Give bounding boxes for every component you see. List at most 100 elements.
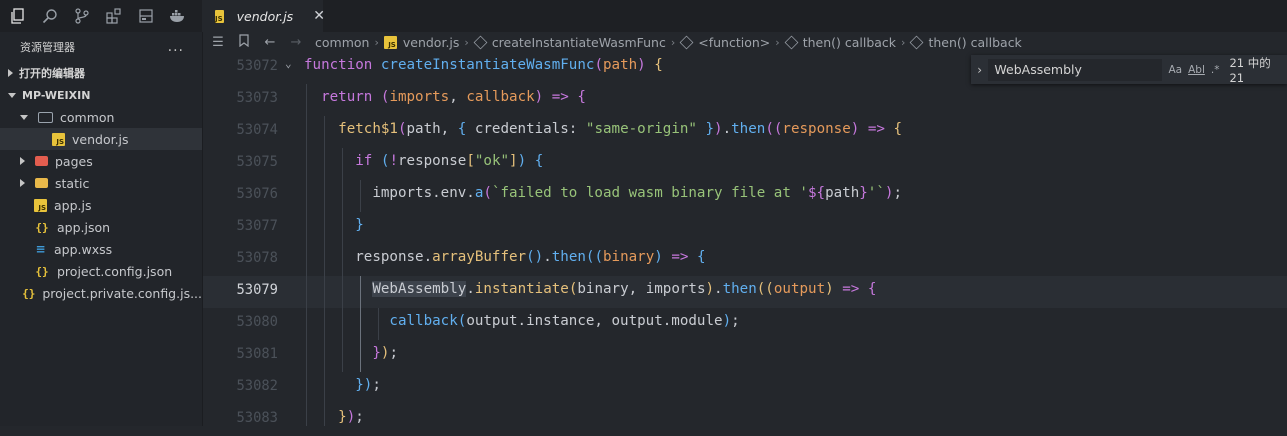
fold-chevron-icon[interactable]: ⌄ — [285, 57, 292, 70]
chevron-right-icon — [20, 157, 25, 165]
code-line[interactable]: 53076 imports.env.a(`failed to load wasm… — [203, 180, 1287, 212]
chevron-right-icon — [20, 179, 25, 187]
code-text: }); — [355, 377, 381, 393]
indent-guide-active — [360, 276, 361, 372]
tree-item-label: project.config.json — [57, 263, 173, 279]
code-line[interactable]: 53075 if (!response["ok"]) { — [203, 148, 1287, 180]
arrow-right-icon[interactable]: → — [285, 35, 307, 50]
tree-item[interactable]: JS app.js — [0, 194, 202, 216]
arrow-left-icon[interactable]: ← — [259, 35, 281, 50]
project-section[interactable]: MP-WEIXIN — [0, 84, 202, 106]
tree-item[interactable]: ≡ app.wxss — [0, 238, 202, 260]
indent-guide — [306, 84, 307, 426]
tree-item[interactable]: {} app.json — [0, 216, 202, 238]
breadcrumb-item[interactable]: then() callback — [910, 34, 1022, 50]
line-number: 53079 — [236, 282, 278, 298]
line-number: 53075 — [236, 154, 278, 170]
tab-bar: JS vendor.js ✕ — [203, 0, 1287, 32]
bookmark-icon[interactable] — [233, 33, 255, 51]
breadcrumb-label: <function> — [698, 34, 771, 50]
match-count: 21 中的 21 — [1229, 55, 1271, 85]
code-line[interactable]: 53083 }); — [203, 404, 1287, 436]
chevron-right-icon[interactable]: › — [971, 63, 988, 77]
open-editors-label: 打开的编辑器 — [19, 67, 85, 80]
folder-open-icon — [38, 111, 53, 123]
code-line[interactable]: 53077 } — [203, 212, 1287, 244]
line-number: 53072 — [236, 58, 278, 74]
indent-guide — [378, 308, 379, 340]
code-line[interactable]: 53074 fetch$1(path, { credentials: "same… — [203, 116, 1287, 148]
chevron-right-icon — [8, 69, 13, 77]
tab-label: vendor.js — [236, 8, 294, 24]
project-label: MP-WEIXIN — [22, 88, 91, 102]
line-number: 53076 — [236, 186, 278, 202]
source-control-icon[interactable] — [72, 6, 92, 26]
explorer-icon[interactable] — [8, 6, 28, 26]
line-number: 53082 — [236, 378, 278, 394]
code-line[interactable]: 53073 return (imports, callback) => { — [203, 84, 1287, 116]
tree-item[interactable]: {} project.config.json — [0, 260, 202, 282]
match-word-button[interactable]: Abl — [1188, 64, 1205, 76]
js-file-icon: JS — [215, 9, 224, 23]
tree-item[interactable]: common — [0, 106, 202, 128]
match-case-button[interactable]: Aa — [1168, 64, 1182, 76]
tree-item-label: pages — [55, 153, 93, 169]
layout-icon[interactable] — [136, 6, 156, 26]
code-line[interactable]: 53080 callback(output.instance, output.m… — [203, 308, 1287, 340]
tree-item[interactable]: JS vendor.js — [0, 128, 202, 150]
tree-item-label: project.private.config.js... — [42, 285, 202, 301]
code-line[interactable]: 53078 response.arrayBuffer().then((binar… — [203, 244, 1287, 276]
code-line[interactable]: 53079 WebAssembly.instantiate(binary, im… — [203, 276, 1287, 308]
symbol-method-icon — [473, 35, 488, 49]
find-query: WebAssembly — [994, 62, 1082, 77]
code-text: response.arrayBuffer().then((binary) => … — [304, 249, 706, 265]
code-text: imports.env.a(`failed to load wasm binar… — [304, 185, 902, 201]
chevron-right-icon: › — [670, 35, 676, 49]
code-line[interactable]: 53081 }); — [203, 340, 1287, 372]
code-text: WebAssembly.instantiate(binary, imports)… — [372, 281, 877, 297]
open-editors-section[interactable]: 打开的编辑器 — [0, 62, 202, 84]
breadcrumb-item[interactable]: JS vendor.js — [383, 34, 460, 50]
close-icon[interactable]: ✕ — [313, 8, 325, 24]
breadcrumb-item[interactable]: createInstantiateWasmFunc — [473, 35, 666, 50]
line-number: 53077 — [236, 218, 278, 234]
breadcrumb-item[interactable]: <function> — [679, 34, 771, 50]
breadcrumb-label: then() callback — [928, 34, 1022, 50]
tree-item-label: app.js — [54, 197, 92, 213]
line-number: 53078 — [236, 250, 278, 266]
search-icon[interactable] — [40, 6, 60, 26]
find-input[interactable]: WebAssembly — [988, 58, 1163, 81]
chevron-right-icon: › — [901, 35, 906, 49]
code-line[interactable]: 53082 }); — [203, 372, 1287, 404]
js-file-icon: JS — [52, 132, 65, 146]
tree-item[interactable]: static — [0, 172, 202, 194]
code-text: if (!response["ok"]) { — [355, 153, 544, 169]
tree-item[interactable]: {} project.private.config.js... — [0, 282, 202, 304]
tree-item-label: static — [55, 175, 90, 191]
breadcrumb-item[interactable]: common — [315, 35, 369, 50]
breadcrumb-item[interactable]: then() callback — [784, 35, 896, 50]
tab-vendor-js[interactable]: JS vendor.js ✕ — [203, 0, 325, 32]
breadcrumb-label: vendor.js — [402, 34, 460, 50]
json-file-icon: {} — [35, 220, 49, 234]
code-text: fetch$1(path, { credentials: "same-origi… — [338, 121, 903, 137]
regex-button[interactable]: .* — [1211, 64, 1220, 76]
symbol-method-icon — [784, 35, 799, 49]
tree-item-label: vendor.js — [72, 131, 129, 147]
file-tree: common JS vendor.js pages static JS app.js {} ap… — [0, 106, 202, 304]
explorer-sidebar: 资源管理器 ... 打开的编辑器 MP-WEIXIN common JS vendo… — [0, 32, 203, 426]
code-editor[interactable]: 53083 }); 53082 }); 53081 }); 53080 callbac… — [203, 52, 1287, 426]
code-text: }); — [338, 409, 364, 425]
list-icon[interactable]: ☰ — [207, 35, 229, 50]
breadcrumb: ☰ ← → common › JS vendor.js › createInsta… — [203, 32, 1287, 52]
docker-icon[interactable] — [168, 6, 188, 26]
more-actions-button[interactable]: ... — [168, 39, 184, 55]
css-file-icon: ≡ — [35, 242, 46, 256]
extensions-icon[interactable] — [104, 6, 124, 26]
line-number: 53074 — [236, 122, 278, 138]
tree-item[interactable]: pages — [0, 150, 202, 172]
line-number: 53073 — [236, 90, 278, 106]
find-widget: › WebAssembly Aa Abl .* 21 中的 21 — [971, 55, 1287, 85]
js-file-icon: JS — [383, 35, 397, 49]
breadcrumb-label: common — [315, 34, 370, 50]
